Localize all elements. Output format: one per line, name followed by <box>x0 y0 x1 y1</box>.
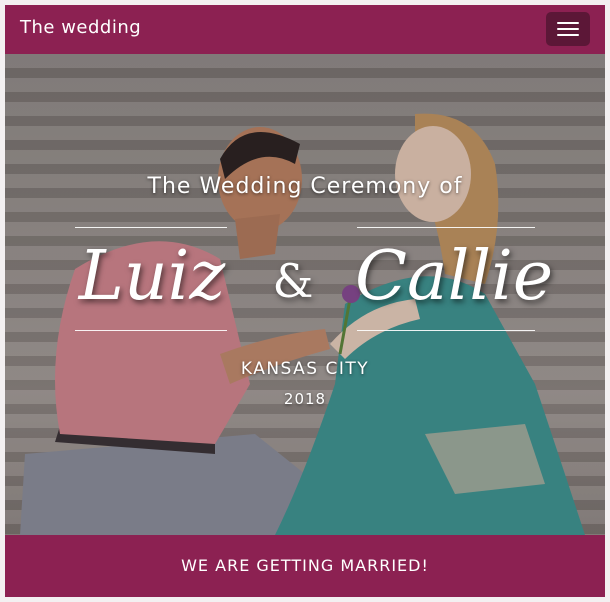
year-label: 2018 <box>283 390 327 408</box>
navbar-brand[interactable]: The wedding <box>20 17 141 38</box>
hero-section: The Wedding Ceremony of Luiz & Callie KA… <box>5 54 605 535</box>
left-bottom-rule <box>75 330 227 331</box>
page-frame: The wedding The Wedding Ceremony of Luiz… <box>5 5 605 597</box>
navbar: The wedding <box>5 5 605 54</box>
menu-toggle-button[interactable] <box>546 12 590 46</box>
name-callie: Callie <box>355 237 554 316</box>
name-luiz: Luiz <box>78 237 226 316</box>
right-top-rule <box>357 227 535 228</box>
left-top-rule <box>75 227 227 228</box>
city-label: KANSAS CITY <box>240 359 370 379</box>
ampersand: & <box>272 254 314 308</box>
right-bottom-rule <box>357 330 535 331</box>
ceremony-heading: The Wedding Ceremony of <box>147 174 463 199</box>
announcement-bar: WE ARE GETTING MARRIED! <box>5 535 605 597</box>
announcement-text: WE ARE GETTING MARRIED! <box>181 556 429 575</box>
